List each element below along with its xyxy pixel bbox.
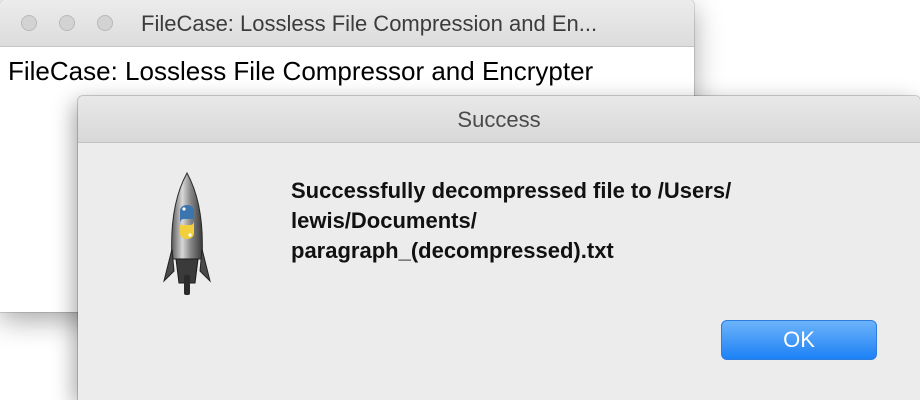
ok-button[interactable]: OK (721, 320, 877, 360)
app-heading-label: FileCase: Lossless File Compressor and E… (8, 56, 594, 86)
dialog-titlebar[interactable]: Success (78, 96, 920, 143)
dialog-message-line: paragraph_(decompressed).txt (291, 238, 614, 263)
dialog-message: Successfully decompressed file to /Users… (291, 176, 871, 266)
desktop: FileCase: Lossless File Compression and … (0, 0, 920, 400)
main-window-title: FileCase: Lossless File Compression and … (141, 11, 598, 36)
minimize-window-button[interactable] (59, 15, 75, 31)
python-launcher-rocket-icon (163, 171, 211, 295)
dialog-title: Success (457, 107, 541, 132)
dialog-message-line: lewis/Documents/ (291, 208, 477, 233)
close-window-button[interactable] (21, 15, 37, 31)
dialog-message-line: Successfully decompressed file to /Users… (291, 178, 732, 203)
zoom-window-button[interactable] (97, 15, 113, 31)
main-window-titlebar[interactable]: FileCase: Lossless File Compression and … (0, 0, 694, 47)
success-dialog: Success Successfully decompressed file t… (78, 96, 920, 400)
